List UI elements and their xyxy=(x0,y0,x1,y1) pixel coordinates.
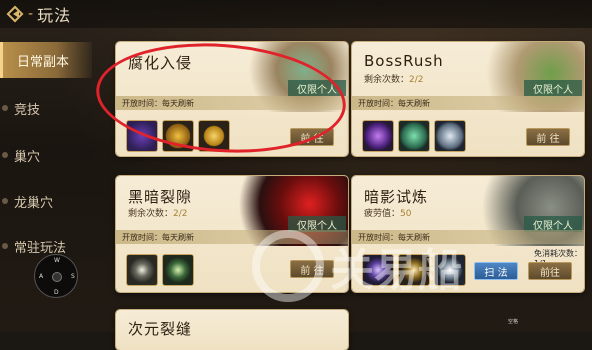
bullet-icon xyxy=(2,152,8,158)
reward-items xyxy=(362,120,466,152)
bullet-icon xyxy=(2,105,8,111)
sidebar-item-label: 竞技 xyxy=(14,102,41,118)
green-crystal-icon[interactable] xyxy=(398,120,430,152)
bullet-icon xyxy=(2,243,8,249)
reward-items xyxy=(126,254,194,286)
green-star-emblem-icon[interactable] xyxy=(162,254,194,286)
joystick-n-label: W xyxy=(54,257,60,264)
watermark-logo-icon xyxy=(252,230,324,302)
virtual-joystick[interactable]: W D A S xyxy=(34,254,78,298)
joystick-e-label: S xyxy=(71,273,75,280)
back-icon[interactable] xyxy=(6,5,28,23)
title-dash: - xyxy=(28,6,34,22)
sidebar-item-label: 日常副本 xyxy=(17,54,70,70)
card-subtitle: 剩余次数：2/2 xyxy=(128,209,188,219)
space-hint: 空格 xyxy=(508,319,519,325)
open-time: 开放时间：每天刷新 xyxy=(352,96,584,110)
silver-crystal-icon[interactable] xyxy=(434,120,466,152)
go-button[interactable]: 前 往 xyxy=(526,128,570,146)
watermark-text: 关易船 xyxy=(330,245,462,296)
joystick-s-label: D xyxy=(54,289,59,296)
sidebar-item-nest[interactable]: 巢穴 xyxy=(0,137,92,173)
joystick-w-label: A xyxy=(39,273,44,280)
page-title: 玩法 xyxy=(37,6,72,25)
card-title: 黑暗裂隙 xyxy=(128,188,193,206)
joystick-knob[interactable] xyxy=(52,272,62,282)
bullet-icon xyxy=(2,198,8,204)
card-title: 次元裂缝 xyxy=(128,320,193,338)
card-title: BossRush xyxy=(364,52,444,70)
top-bar: - 玩法 xyxy=(0,0,592,28)
sidebar-item-label: 巢穴 xyxy=(14,149,41,165)
watermark: 关易船 xyxy=(252,216,572,316)
remaining-count: 2/2 xyxy=(409,75,424,85)
sidebar-item-dragon-nest[interactable]: 龙巢穴 xyxy=(0,183,92,219)
card-title: 暗影试炼 xyxy=(364,188,429,206)
sidebar-item-label: 常驻玩法 xyxy=(14,240,67,256)
card-bossrush[interactable]: BossRush 剩余次数：2/2 仅限个人 开放时间：每天刷新 前 往 xyxy=(352,42,584,156)
purple-crystal-icon[interactable] xyxy=(362,120,394,152)
card-dimension-rift[interactable]: 次元裂缝 xyxy=(116,310,348,350)
limited-badge: 仅限个人 xyxy=(524,80,582,96)
card-subtitle: 剩余次数：2/2 xyxy=(364,75,424,85)
star-emblem-icon[interactable] xyxy=(126,254,158,286)
remaining-count: 2/2 xyxy=(173,209,188,219)
sidebar-item-daily-dungeon[interactable]: 日常副本 xyxy=(0,42,92,78)
sidebar-item-label: 龙巢穴 xyxy=(14,195,54,211)
sidebar-item-arena[interactable]: 竞技 xyxy=(0,90,92,126)
